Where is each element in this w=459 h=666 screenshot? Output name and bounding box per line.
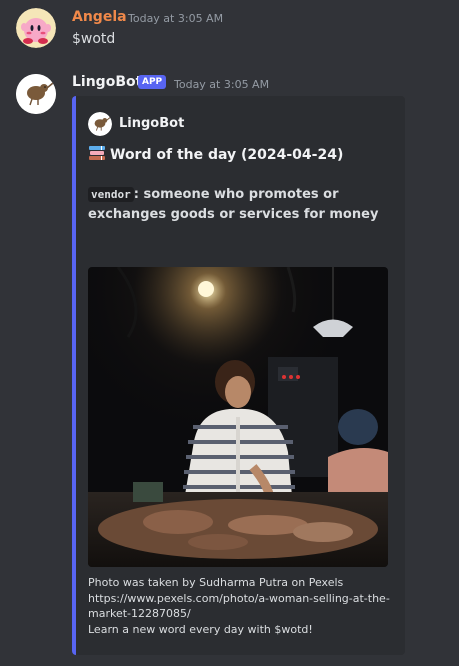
- kiwi-bird-avatar-icon[interactable]: [16, 74, 56, 114]
- message-timestamp: Today at 3:05 AM: [174, 78, 270, 91]
- kiwi-bird-avatar-icon[interactable]: [88, 112, 112, 136]
- embed-title-text: Word of the day (2024-04-24): [110, 147, 344, 163]
- woman-selling-at-market-photo[interactable]: [88, 267, 388, 567]
- books-icon: [88, 145, 106, 165]
- embed-footer-credit: Photo was taken by Sudharma Putra on Pex…: [88, 576, 344, 589]
- embed-description: vendor: someone who promotes or exchange…: [88, 185, 388, 225]
- embed-author-name[interactable]: LingoBot: [119, 116, 184, 131]
- embed-footer-source-url: https://www.pexels.com/photo/a-woman-sel…: [88, 591, 390, 621]
- embed-footer: Photo was taken by Sudharma Putra on Pex…: [88, 575, 393, 637]
- embed-title: Word of the day (2024-04-24): [88, 145, 343, 165]
- message-author-name[interactable]: Angela: [72, 9, 127, 25]
- embed-accent-bar: [72, 96, 76, 655]
- kirby-avatar-icon[interactable]: [16, 8, 56, 48]
- message-content: $wotd: [72, 31, 116, 47]
- chat-message-list: Angela Today at 3:05 AM $wotd LingoBot A…: [0, 0, 459, 666]
- message-timestamp: Today at 3:05 AM: [128, 12, 224, 25]
- app-badge-label: APP: [142, 77, 163, 87]
- word-code: vendor: [88, 187, 134, 202]
- message-author-name[interactable]: LingoBot: [72, 74, 142, 90]
- message-embed: LingoBot Word of the day (2024-04-24) ve…: [72, 96, 405, 655]
- app-badge: APP: [138, 75, 167, 89]
- embed-footer-tagline: Learn a new word every day with $wotd!: [88, 622, 313, 636]
